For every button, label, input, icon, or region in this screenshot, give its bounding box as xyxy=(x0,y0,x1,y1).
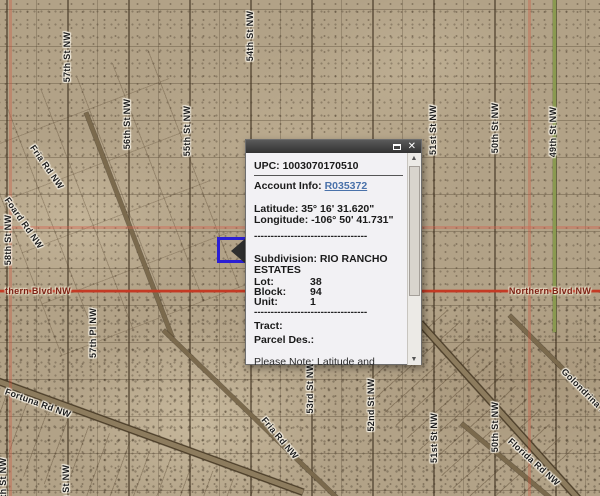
popup-scrollbar[interactable]: ▲ ▼ xyxy=(407,153,421,365)
49th-st-green-road-line xyxy=(553,0,556,332)
scroll-up-icon[interactable]: ▲ xyxy=(408,153,420,164)
scroll-down-icon[interactable]: ▼ xyxy=(408,354,420,365)
upc-value: 1003070170510 xyxy=(283,160,359,172)
unit-row: Unit: 1 xyxy=(254,297,403,307)
street-label: 54th St NW xyxy=(245,11,255,62)
popup-callout-pointer-icon xyxy=(231,238,246,264)
longitude-label: Longitude: xyxy=(254,214,308,226)
scrollbar-thumb[interactable] xyxy=(409,166,420,296)
parcel-info-popup: ✕ UPC: 1003070170510 Account Info: R0353… xyxy=(245,139,422,365)
popup-body: UPC: 1003070170510 Account Info: R035372… xyxy=(246,153,421,365)
street-label: 50th St NW xyxy=(490,103,500,154)
account-row: Account Info: R035372 xyxy=(254,180,403,192)
account-label: Account Info: xyxy=(254,180,322,192)
upc-row: UPC: 1003070170510 xyxy=(254,160,403,172)
upc-label: UPC: xyxy=(254,160,280,172)
close-icon[interactable]: ✕ xyxy=(408,142,416,152)
dashed-separator: ---------------------------------- xyxy=(254,308,403,318)
tract-row: Tract: xyxy=(254,321,403,332)
map-canvas[interactable]: 57th St NW56th St NW55th St NW54th St NW… xyxy=(0,0,600,496)
street-label: 57th St NW xyxy=(62,32,72,83)
unit-value: 1 xyxy=(310,297,316,307)
dashed-separator: ---------------------------------- xyxy=(254,232,403,242)
popup-titlebar: ✕ xyxy=(246,140,421,153)
longitude-value: -106° 50' 41.731" xyxy=(311,214,393,226)
note-text: Please Note: Latitude and Longitude is t… xyxy=(254,357,402,365)
parcel-des-row: Parcel Des.: xyxy=(254,335,403,346)
unit-label: Unit: xyxy=(254,297,310,307)
street-label: 51st St NW xyxy=(428,105,438,155)
subdivision-row: Subdivision: RIO RANCHO ESTATES xyxy=(254,254,404,276)
maximize-icon[interactable] xyxy=(393,144,401,150)
divider xyxy=(254,175,403,176)
longitude-row: Longitude: -106° 50' 41.731" xyxy=(254,215,403,226)
account-link[interactable]: R035372 xyxy=(325,180,368,192)
